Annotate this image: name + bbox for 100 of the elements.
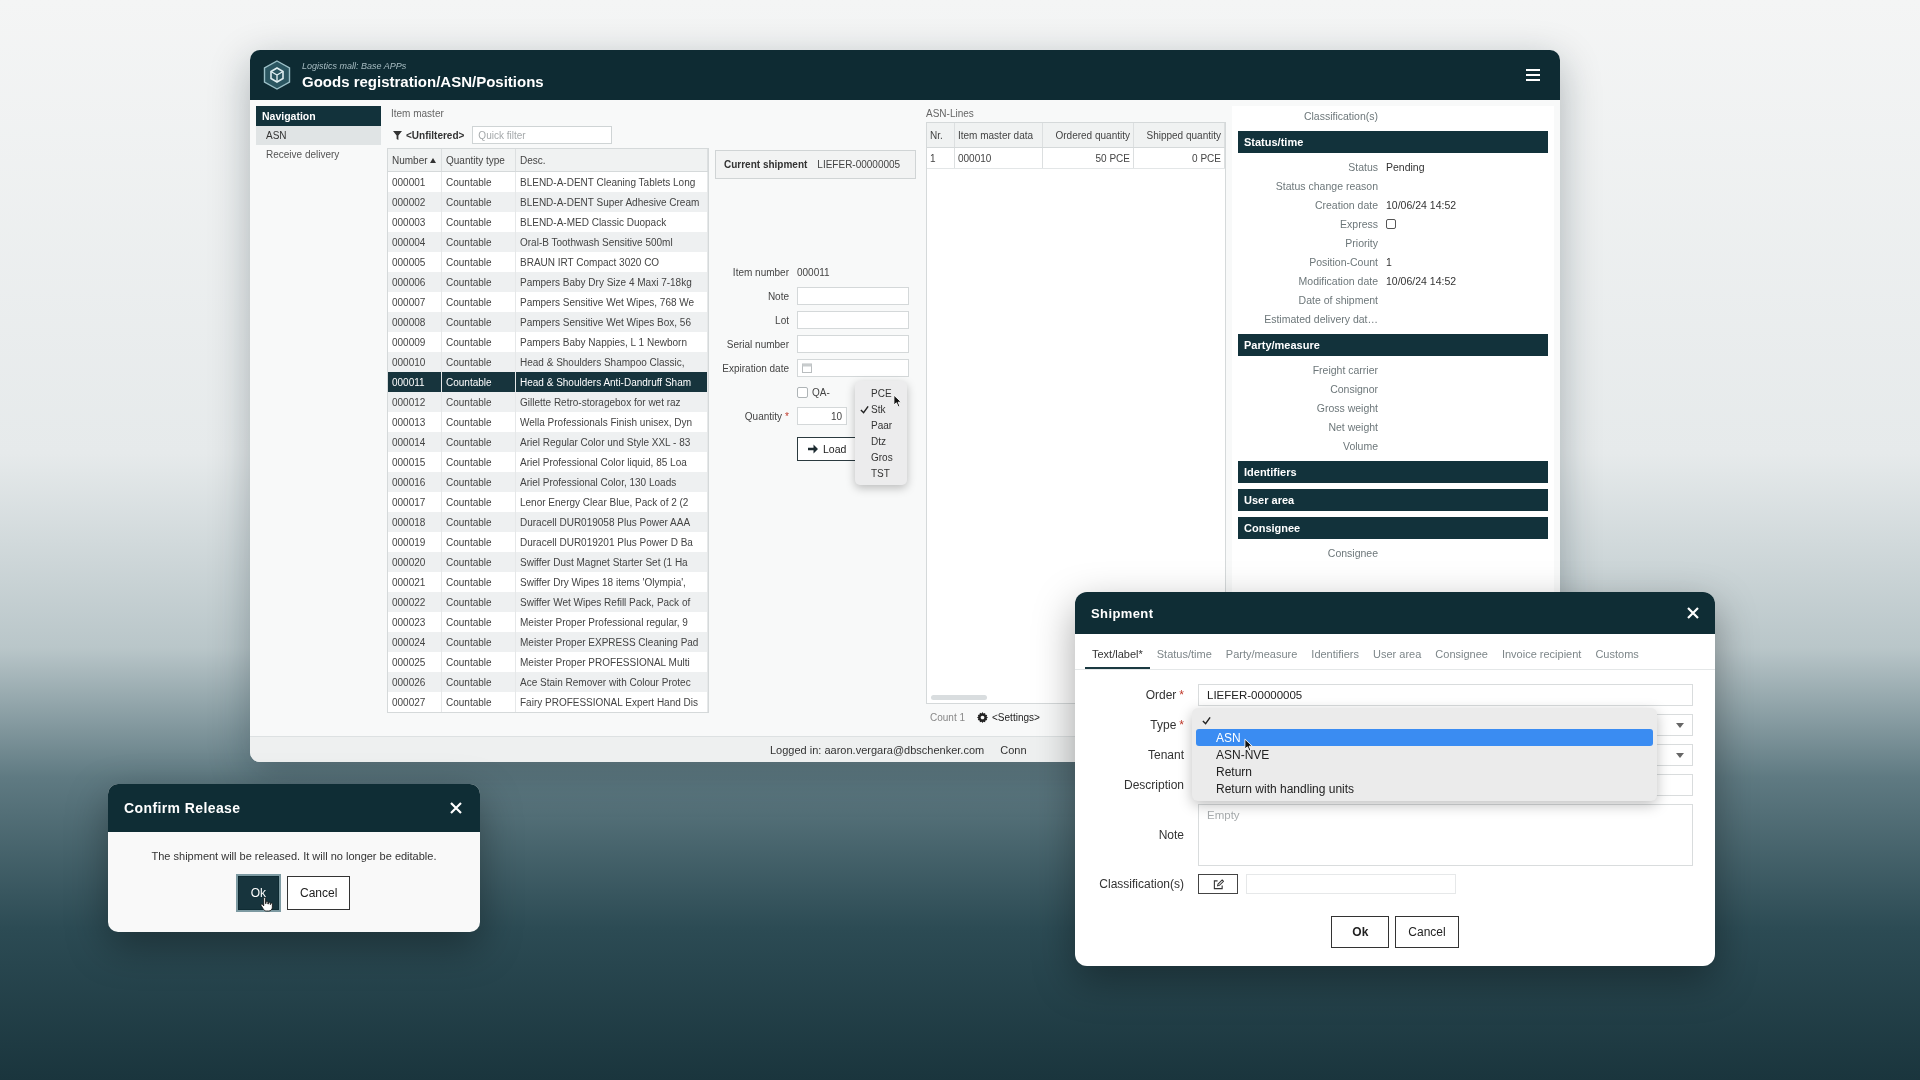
- tab[interactable]: Invoice recipient: [1494, 642, 1589, 669]
- quick-filter-field[interactable]: Quick filter: [472, 126, 613, 144]
- checkbox[interactable]: [797, 386, 808, 398]
- field-label: Date of shipment: [1297, 293, 1378, 306]
- menu-item[interactable]: Paar: [855, 417, 907, 433]
- load-button[interactable]: Load: [797, 437, 858, 461]
- dialog-button[interactable]: Ok: [237, 876, 279, 910]
- table-row[interactable]: 000010 Countable Head & Shoulders Shampoo Classic,: [388, 352, 708, 372]
- dropdown-option[interactable]: ASN-NVE: [1196, 746, 1653, 763]
- arrow-right-icon: [808, 444, 818, 454]
- menu-item[interactable]: TST: [855, 465, 907, 481]
- field-label: Description: [1122, 778, 1184, 792]
- quantity-field[interactable]: 10: [797, 407, 847, 425]
- settings-button[interactable]: <Settings>: [977, 711, 1040, 723]
- menu-item[interactable]: PCE: [855, 385, 907, 401]
- table-row[interactable]: 000024 Countable Meister Proper EXPRESS Cleaning Pad: [388, 632, 708, 652]
- input-field[interactable]: [797, 335, 909, 353]
- date-field[interactable]: [797, 359, 909, 377]
- field-label: Type *: [1149, 718, 1184, 732]
- table-row[interactable]: 000016 Countable Ariel Professional Color, 130 Loads: [388, 472, 708, 492]
- table-cell: 000010: [955, 148, 1043, 168]
- table-cell: Ariel Regular Color und Style XXL - 83: [516, 432, 708, 452]
- tab[interactable]: Status/time: [1149, 642, 1219, 669]
- table-row[interactable]: 000027 Countable Fairy PROFESSIONAL Expert Hand Dis: [388, 692, 708, 712]
- column-header[interactable]: Shipped quantity: [1134, 123, 1225, 147]
- table-row[interactable]: 000002 Countable BLEND-A-DENT Super Adhesive Cream: [388, 192, 708, 212]
- text-field[interactable]: LIEFER-00000005: [1198, 684, 1693, 706]
- navigation-item[interactable]: ASN: [256, 126, 381, 145]
- navigation-item[interactable]: Receive delivery: [256, 145, 381, 164]
- field-label: Modification date: [1297, 274, 1378, 287]
- window-title: Goods registration/ASN/Positions: [302, 72, 544, 90]
- menu-icon[interactable]: [1526, 69, 1540, 81]
- menu-item[interactable]: Stk: [855, 401, 907, 417]
- table-cell: Oral-B Toothwash Sensitive 500ml: [516, 232, 708, 252]
- checkbox[interactable]: [1386, 218, 1396, 229]
- table-cell: 000012: [388, 392, 442, 412]
- table-row[interactable]: 000006 Countable Pampers Baby Dry Size 4 Maxi 7-18kg: [388, 272, 708, 292]
- tab[interactable]: Customs: [1588, 642, 1646, 669]
- table-cell: 000014: [388, 432, 442, 452]
- table-cell: 000006: [388, 272, 442, 292]
- table-cell: Swiffer Wet Wipes Refill Pack, Pack of: [516, 592, 708, 612]
- field-label: Position-Count: [1308, 255, 1378, 268]
- table-row[interactable]: 000026 Countable Ace Stain Remover with Colour Protec: [388, 672, 708, 692]
- table-cell: Countable: [442, 512, 516, 532]
- dialog-title: Shipment: [1091, 605, 1154, 621]
- input-field[interactable]: [797, 311, 909, 329]
- menu-item[interactable]: Dtz: [855, 433, 907, 449]
- table-row[interactable]: 000012 Countable Gillette Retro-storagebox for wet raz: [388, 392, 708, 412]
- table-cell: Ace Stain Remover with Colour Protec: [516, 672, 708, 692]
- table-row[interactable]: 000022 Countable Swiffer Wet Wipes Refill Pack, Pack of: [388, 592, 708, 612]
- section-header[interactable]: Party/measure: [1238, 334, 1548, 356]
- table-cell: Countable: [442, 632, 516, 652]
- tab[interactable]: Consignee: [1428, 642, 1495, 669]
- section-header[interactable]: Identifiers: [1238, 461, 1548, 483]
- table-cell: 000004: [388, 232, 442, 252]
- table-row[interactable]: 000008 Countable Pampers Sensitive Wet Wipes Box, 56: [388, 312, 708, 332]
- close-icon[interactable]: [1687, 607, 1699, 619]
- tab[interactable]: Text/label*: [1085, 642, 1150, 669]
- section-header[interactable]: Consignee: [1238, 517, 1548, 539]
- column-header[interactable]: Desc.: [516, 149, 708, 171]
- horizontal-scrollbar[interactable]: [931, 695, 987, 700]
- table-row[interactable]: 000014 Countable Ariel Regular Color und Style XXL - 83: [388, 432, 708, 452]
- menu-item[interactable]: Gros: [855, 449, 907, 465]
- classification-field[interactable]: [1246, 874, 1456, 894]
- edit-icon: [1212, 878, 1224, 890]
- section-header[interactable]: User area: [1238, 489, 1548, 511]
- field-label: Note: [766, 290, 789, 302]
- table-row[interactable]: 000020 Countable Swiffer Dust Magnet Starter Set (1 Ha: [388, 552, 708, 572]
- dialog-button[interactable]: Ok: [1331, 916, 1390, 948]
- column-header[interactable]: Quantity type: [442, 149, 516, 171]
- dropdown-option[interactable]: Return: [1196, 763, 1653, 780]
- table-cell: Gillette Retro-storagebox for wet raz: [516, 392, 708, 412]
- field-label: Gross weight: [1315, 401, 1378, 414]
- table-row[interactable]: 000004 Countable Oral-B Toothwash Sensitive 500ml: [388, 232, 708, 252]
- column-header[interactable]: Item master data: [955, 123, 1043, 147]
- field-value: 000011: [797, 266, 830, 278]
- close-icon[interactable]: [450, 802, 462, 814]
- dialog-button[interactable]: Cancel: [1395, 916, 1459, 948]
- settings-icon: [977, 711, 989, 723]
- column-header[interactable]: Number: [388, 149, 442, 171]
- table-row[interactable]: 000011 Countable Head & Shoulders Anti-Dandruff Sham: [388, 372, 708, 392]
- dialog-button[interactable]: Cancel: [287, 876, 351, 910]
- field-label: Net weight: [1327, 420, 1378, 433]
- column-header[interactable]: Ordered quantity: [1043, 123, 1134, 147]
- field-label: Order *: [1144, 688, 1184, 702]
- table-cell: Countable: [442, 192, 516, 212]
- filter-button[interactable]: <Unfiltered>: [393, 129, 465, 141]
- input-field[interactable]: [797, 287, 909, 305]
- dropdown-option[interactable]: Return with handling units: [1196, 780, 1653, 797]
- field-label: Creation date: [1313, 198, 1378, 211]
- tab[interactable]: User area: [1366, 642, 1429, 669]
- table-cell: 000018: [388, 512, 442, 532]
- edit-button[interactable]: [1198, 874, 1238, 894]
- section-header[interactable]: Status/time: [1238, 131, 1548, 153]
- field-label: Serial number: [725, 338, 789, 350]
- tab[interactable]: Party/measure: [1218, 642, 1305, 669]
- column-header[interactable]: Nr.: [927, 123, 955, 147]
- tab[interactable]: Identifiers: [1304, 642, 1367, 669]
- table-row[interactable]: 000018 Countable Duracell DUR019058 Plus Power AAA: [388, 512, 708, 532]
- table-cell: 000022: [388, 592, 442, 612]
